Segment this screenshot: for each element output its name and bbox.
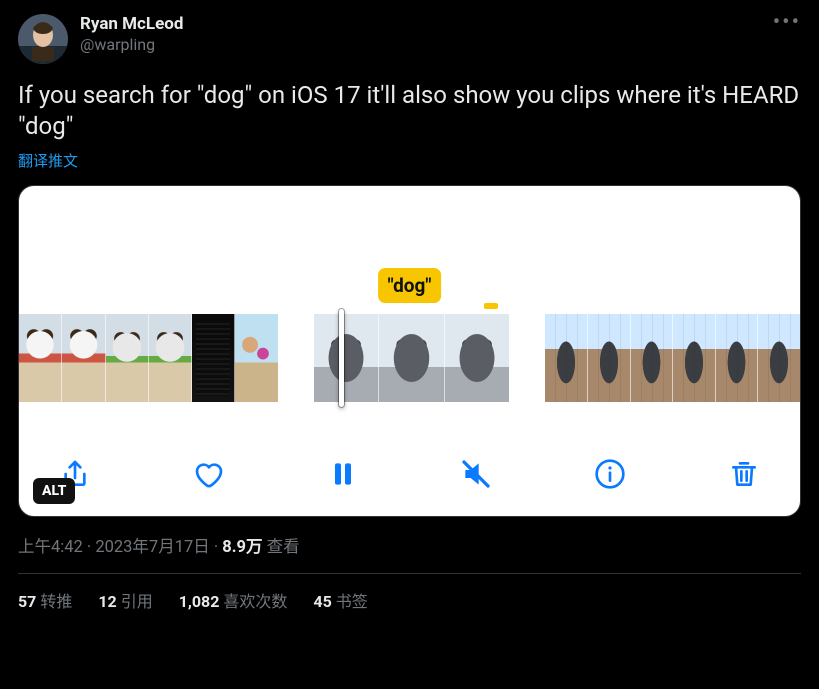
thumbnail: [716, 314, 759, 402]
tweet-container: Ryan McLeod @warpling ••• If you search …: [0, 0, 819, 612]
more-menu-button[interactable]: •••: [769, 14, 805, 32]
tweet-date[interactable]: 2023年7月17日: [95, 538, 209, 557]
clip-group-1[interactable]: [19, 314, 278, 402]
quotes-stat[interactable]: 12引用: [98, 588, 152, 612]
thumbnail: [62, 314, 105, 402]
translate-link[interactable]: 翻译推文: [18, 150, 78, 171]
clip-group-3[interactable]: [545, 314, 800, 402]
views-label: 查看: [267, 538, 300, 557]
thumbnail: [445, 314, 510, 402]
thumbnail: [631, 314, 674, 402]
retweets-stat[interactable]: 57转推: [18, 588, 72, 612]
tweet-stats: 57转推 12引用 1,082喜欢次数 45书签: [18, 574, 801, 612]
pause-icon[interactable]: [323, 454, 363, 494]
search-result-chip: "dog": [378, 268, 442, 303]
thumbnail: [379, 314, 445, 402]
media-card[interactable]: "dog": [18, 185, 801, 517]
author-names[interactable]: Ryan McLeod @warpling: [80, 14, 769, 54]
handle: @warpling: [80, 35, 769, 54]
tweet-meta: 上午4:42 · 2023年7月17日 · 8.9万 查看: [18, 533, 801, 557]
playhead[interactable]: [339, 309, 344, 407]
tweet-header: Ryan McLeod @warpling •••: [18, 14, 801, 64]
thumbnail: [235, 314, 277, 402]
thumbnail: [673, 314, 716, 402]
thumbnail: [106, 314, 149, 402]
thumbnail: [314, 314, 380, 402]
bookmarks-stat[interactable]: 45书签: [313, 588, 367, 612]
thumbnail: [588, 314, 631, 402]
thumbnail: [149, 314, 192, 402]
tweet-text: If you search for "dog" on iOS 17 it'll …: [18, 80, 801, 142]
tweet-time[interactable]: 上午4:42: [18, 538, 83, 557]
thumbnail: [19, 314, 62, 402]
match-marker: [484, 303, 498, 309]
thumbnail: [758, 314, 800, 402]
avatar[interactable]: [18, 14, 68, 64]
trash-icon[interactable]: [724, 454, 764, 494]
thumbnail: [192, 314, 235, 402]
heart-icon[interactable]: [189, 454, 229, 494]
thumbnail: [545, 314, 588, 402]
media-toolbar: [19, 454, 800, 494]
views-count: 8.9万: [222, 538, 262, 557]
likes-stat[interactable]: 1,082喜欢次数: [179, 588, 288, 612]
display-name: Ryan McLeod: [80, 14, 769, 34]
info-icon[interactable]: [590, 454, 630, 494]
mute-icon[interactable]: [456, 454, 496, 494]
video-filmstrip[interactable]: [19, 314, 800, 402]
alt-badge[interactable]: ALT: [33, 478, 75, 504]
